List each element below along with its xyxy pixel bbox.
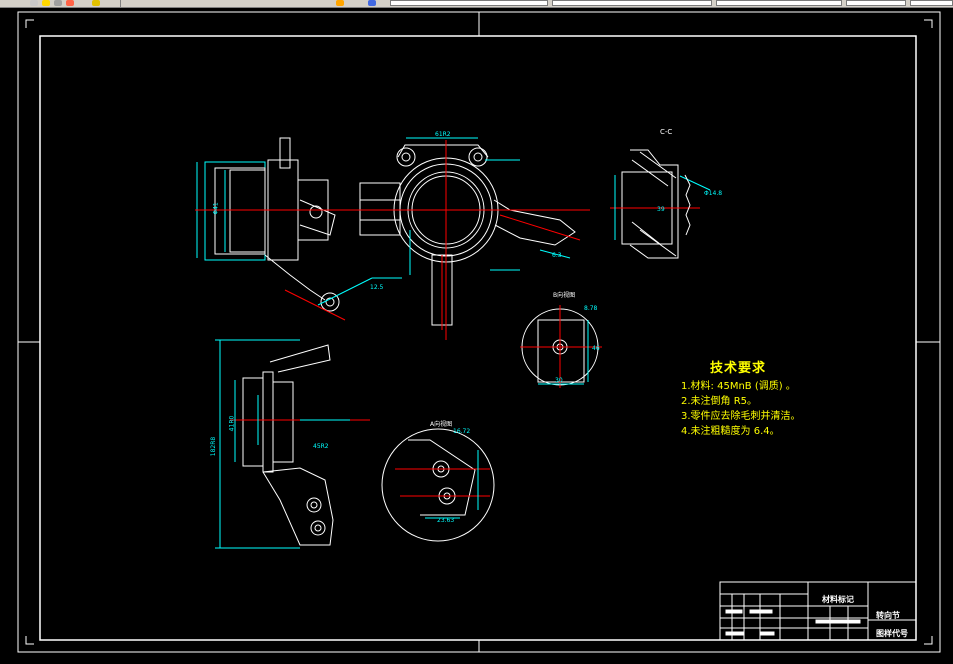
dim-left-height: 182R8 xyxy=(210,436,218,457)
front-view xyxy=(195,137,402,321)
title-block-material-mark: 材料标记 xyxy=(822,595,854,604)
dim-phi-main: Φ41 xyxy=(212,202,220,215)
dim-left-mid: 41R0 xyxy=(228,415,236,432)
layer-icon[interactable] xyxy=(30,0,38,6)
dim-cc: Φ14.8 xyxy=(704,190,723,197)
tech-requirement-3: 3.零件应去除毛刺并清洁。 xyxy=(681,411,801,422)
tech-requirement-2: 2.未注倒角 R5。 xyxy=(681,396,758,407)
match-layer-icon[interactable] xyxy=(336,0,344,6)
layer-state-icon[interactable] xyxy=(92,0,100,6)
corner-mark-bl xyxy=(25,636,34,645)
sun-icon[interactable] xyxy=(42,0,50,6)
linetype-dropdown[interactable] xyxy=(716,0,842,6)
color-dropdown[interactable] xyxy=(552,0,712,6)
toolbar-separator xyxy=(120,0,121,7)
corner-mark-tl xyxy=(25,19,34,28)
section-cc xyxy=(610,149,711,259)
tech-requirement-1: 1.材料: 45MnB (调质) 。 xyxy=(681,381,796,392)
view-b xyxy=(520,305,602,388)
section-cc-label: C-C xyxy=(660,128,673,136)
color-icon[interactable] xyxy=(66,0,74,6)
title-block-drawing-code: 图样代号 xyxy=(876,629,908,638)
view-a-label: A向视图 xyxy=(430,421,453,428)
corner-mark-br xyxy=(924,636,933,645)
title-block-part-name: 转向节 xyxy=(876,611,900,620)
layer-dropdown[interactable] xyxy=(390,0,548,6)
view-b-label: B向视图 xyxy=(553,292,576,299)
corner-mark-tr xyxy=(924,19,933,28)
roughness-2: 12.5 xyxy=(370,284,384,291)
dim-b-2: 46 xyxy=(592,345,600,352)
lineweight-dropdown[interactable] xyxy=(846,0,906,6)
dim-side-a: 45R2 xyxy=(313,443,329,450)
side-view xyxy=(215,339,370,549)
previous-layer-icon[interactable] xyxy=(368,0,376,6)
plotstyle-dropdown[interactable] xyxy=(910,0,953,6)
dim-b-1: 8.78 xyxy=(584,305,598,312)
sheet-outer-border xyxy=(17,11,941,653)
lock-icon[interactable] xyxy=(54,0,62,6)
view-a xyxy=(381,428,495,542)
tech-requirements-title: 技术要求 xyxy=(710,361,767,376)
dim-top-width: 61R2 xyxy=(435,131,451,138)
dim-cc2: 39 xyxy=(657,206,665,213)
sheet-inner-border xyxy=(39,35,917,641)
roughness-1: 6.3 xyxy=(552,252,562,259)
model-space-canvas[interactable] xyxy=(0,7,953,664)
tech-requirement-4: 4.未注粗糙度为 6.4。 xyxy=(681,426,780,437)
dim-a-1: 16.72 xyxy=(453,428,471,435)
dim-a-2: 23.63 xyxy=(437,517,455,524)
dim-b-3: 30 xyxy=(555,377,563,384)
